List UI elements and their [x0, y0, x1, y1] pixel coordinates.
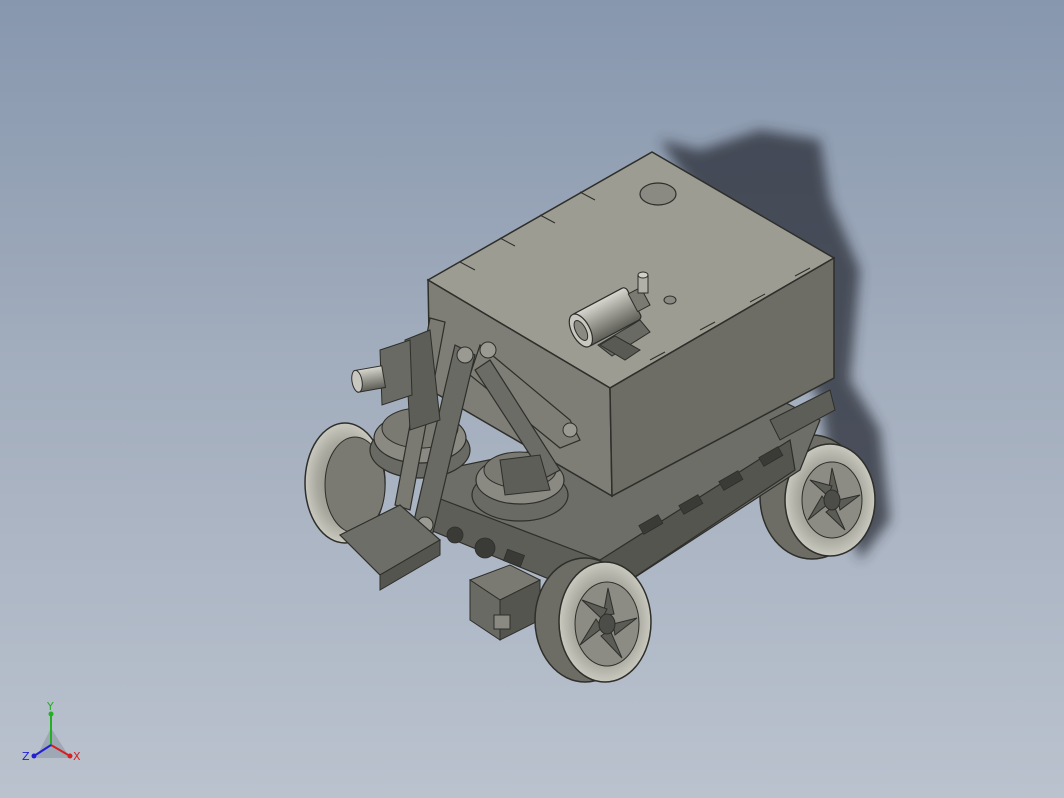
wheel-front-right[interactable] — [534, 557, 652, 683]
triad-z-label: Z — [22, 750, 30, 763]
drive-motor[interactable] — [468, 564, 542, 641]
view-orientation-triad[interactable]: Y X Z — [18, 700, 88, 770]
front-ultrasonic-sensor[interactable] — [350, 339, 413, 406]
mount-hole — [663, 295, 677, 305]
triad-x-label: X — [73, 750, 81, 763]
triad-y-label: Y — [46, 700, 54, 713]
cad-3d-viewport[interactable] — [0, 0, 1064, 798]
top-cable-hole — [639, 182, 677, 206]
